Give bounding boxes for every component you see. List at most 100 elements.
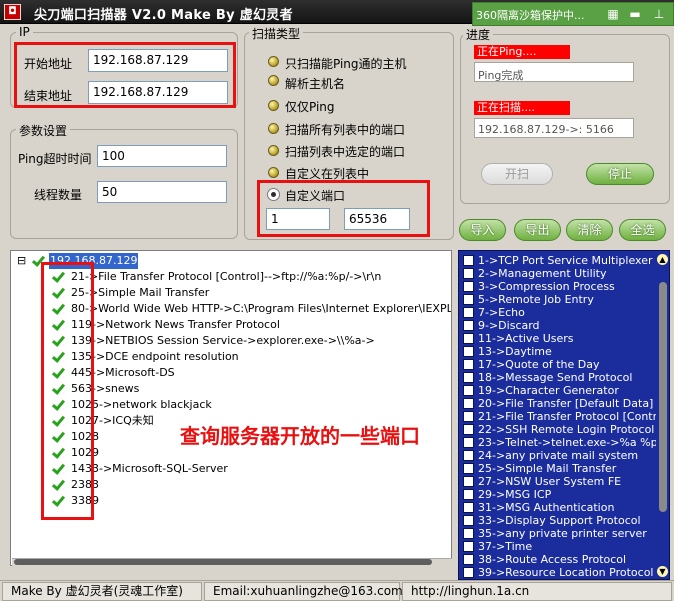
port-label: 22->SSH Remote Login Protocol [478,423,655,436]
option-resolve-hostname[interactable]: 解析主机名 [285,75,345,92]
import-button[interactable]: 导入 [459,219,506,241]
port-checkbox[interactable] [463,424,474,435]
port-label: 23->Telnet->telnet.exe->%a %p->\r\n [478,436,670,449]
status-author: Make By 虚幻灵者(灵魂工作室) [2,582,202,601]
window-grid-icon[interactable]: ▦ [603,5,623,23]
radio-bullet-icon[interactable] [268,123,279,134]
custom-port-highlight-frame [257,180,430,237]
port-checkbox[interactable] [463,359,474,370]
radio-bullet-icon[interactable] [268,145,279,156]
start-scan-button[interactable]: 开扫 [481,163,553,185]
folder-icon[interactable]: ▬ [625,5,645,23]
progress-group-title: 进度 [463,26,494,43]
ping-timeout-input[interactable]: 100 [97,145,227,167]
port-checkbox[interactable] [463,437,474,448]
port-label: 2->Management Utility [478,267,607,280]
sandbox-protection-tab[interactable]: 360隔离沙箱保护中... ▦ ▬ ⊥ [472,2,674,26]
port-checkbox[interactable] [463,346,474,357]
window-title: 尖刀端口扫描器 V2.0 Make By 虚幻灵者 [34,8,293,23]
port-checkbox[interactable] [463,281,474,292]
clear-button[interactable]: 清除 [566,219,613,241]
port-label: 13->Daytime [478,345,552,358]
port-label: 24->any private mail system [478,449,639,462]
port-label: 35->any private printer server [478,527,647,540]
status-url[interactable]: http://linghun.1a.cn [402,582,672,601]
port-label: 33->Display Support Protocol [478,514,641,527]
tree-scrollbar-thumb[interactable] [14,559,432,565]
port-label: 18->Message Send Protocol [478,371,633,384]
port-checkbox[interactable] [463,294,474,305]
collapse-toggle-icon[interactable]: ⊟ [17,253,26,269]
thread-count-input[interactable]: 50 [97,181,227,203]
port-label: 29->MSG ICP [478,488,552,501]
port-label: 3->Compression Process [478,280,615,293]
open-ports-highlight-frame [41,262,94,520]
tree-port-label: 119->Network News Transfer Protocol [71,318,280,331]
radio-scan-all-list-ports[interactable]: 扫描所有列表中的端口 [285,121,405,138]
port-checkbox[interactable] [463,411,474,422]
port-label: 31->MSG Authentication [478,501,615,514]
port-checkbox[interactable] [463,476,474,487]
port-checkbox[interactable] [463,541,474,552]
port-label: 38->Route Access Protocol [478,553,627,566]
scan-type-group-title: 扫描类型 [249,25,304,42]
select-all-button[interactable]: 全选 [619,219,666,241]
tree-port-label: 139->NETBIOS Session Service->explorer.e… [71,334,375,347]
port-checkbox[interactable] [463,333,474,344]
tree-port-label: 80->World Wide Web HTTP->C:\Program File… [71,302,452,315]
port-checkbox[interactable] [463,515,474,526]
annotation-text: 查询服务器开放的一些端口 [180,424,420,448]
port-checkbox[interactable] [463,307,474,318]
option-ping-only-hosts[interactable]: 只扫描能Ping通的主机 [285,55,407,72]
port-checkbox[interactable] [463,528,474,539]
port-list-scrollbar-thumb[interactable] [659,282,667,512]
params-group-title: 参数设置 [16,122,71,139]
tree-port-label: 21->File Transfer Protocol [Control]-->f… [71,270,382,283]
ip-group-title: IP [16,25,33,39]
port-label: 21->File Transfer Protocol [Control]--> [478,410,670,423]
scan-status-label: 正在扫描.... [474,101,570,115]
port-label: 7->Echo [478,306,525,319]
port-checkbox[interactable] [463,450,474,461]
radio-ping-only[interactable]: 仅仅Ping [285,98,335,115]
radio-bullet-icon[interactable] [268,100,279,111]
port-checkbox[interactable] [463,489,474,500]
port-label: 37->Time [478,540,533,553]
port-label: 17->Quote of the Day [478,358,600,371]
status-bar: Make By 虚幻灵者(灵魂工作室) Email:xuhuanlingzhe@… [0,580,674,601]
port-label: 19->Character Generator [478,384,619,397]
stop-scan-button[interactable]: 停止 [586,163,654,185]
port-label: 25->Simple Mail Transfer [478,462,617,475]
ping-result-field: Ping完成 [474,62,634,82]
ping-timeout-label: Ping超时时间 [18,152,92,166]
tree-port-label: 135->DCE endpoint resolution [71,350,239,363]
port-checkbox[interactable] [463,320,474,331]
radio-scan-selected-ports[interactable]: 扫描列表中选定的端口 [285,143,405,160]
port-checkbox[interactable] [463,567,474,578]
port-checkbox[interactable] [463,463,474,474]
port-list[interactable]: 1->TCP Port Service Multiplexer 2->Manage… [458,250,670,580]
export-button[interactable]: 导出 [514,219,561,241]
ping-status-label: 正在Ping.... [474,45,570,59]
scroll-down-icon[interactable]: ▼ [657,566,668,577]
port-label: 1->TCP Port Service Multiplexer [478,254,653,267]
port-label: 27->NSW User System FE [478,475,622,488]
app-icon[interactable]: ◘ [4,4,21,20]
port-checkbox[interactable] [463,255,474,266]
radio-bullet-icon[interactable] [268,167,279,178]
scroll-up-icon[interactable]: ▲ [657,254,668,265]
thread-count-label: 线程数量 [34,188,83,202]
port-label: 9->Discard [478,319,540,332]
port-checkbox[interactable] [463,554,474,565]
port-label: 5->Remote Job Entry [478,293,594,306]
tree-port-label: 1433->Microsoft-SQL-Server [71,462,228,475]
port-checkbox[interactable] [463,502,474,513]
port-label: 39->Resource Location Protocol [478,566,654,579]
port-label: 20->File Transfer [Default Data] [478,397,654,410]
port-checkbox[interactable] [463,385,474,396]
port-checkbox[interactable] [463,398,474,409]
port-checkbox[interactable] [463,268,474,279]
pin-icon[interactable]: ⊥ [649,5,669,23]
status-email: Email:xuhuanlingzhe@163.com [204,582,403,601]
port-checkbox[interactable] [463,372,474,383]
